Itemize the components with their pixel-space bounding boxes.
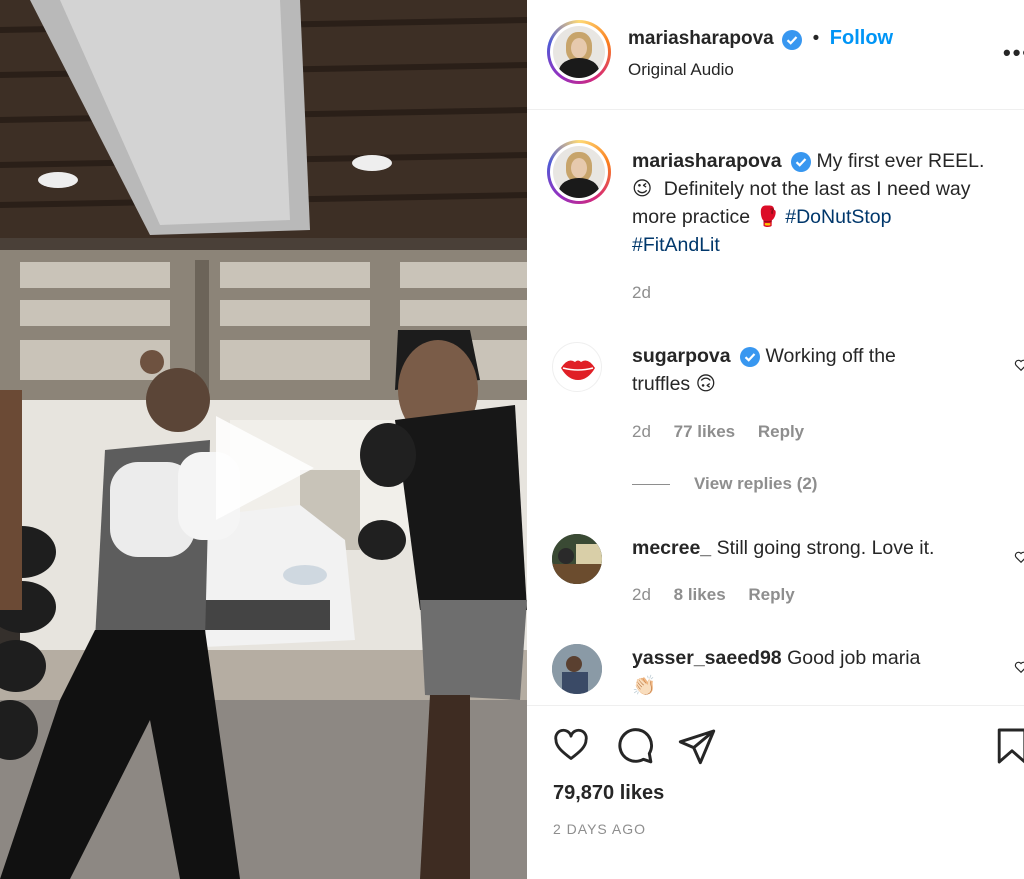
upside-down-emoji-icon: 🙃 bbox=[695, 373, 716, 395]
comment-username[interactable]: mecree_ bbox=[632, 537, 711, 559]
caption: mariasharapova My first ever REEL. 😉 Def… bbox=[632, 147, 1024, 259]
comment-yasser: yasser_saeed98 Good job maria 👏🏻 bbox=[632, 644, 1012, 700]
post-timestamp[interactable]: 2 DAYS AGO bbox=[553, 821, 646, 837]
post-panel: mariasharapova • Follow Original Audio •… bbox=[527, 0, 1024, 879]
more-options-icon[interactable]: ••• bbox=[1003, 40, 1024, 66]
sugarpova-avatar[interactable] bbox=[552, 342, 602, 392]
avatar-photo bbox=[552, 644, 602, 694]
comment-text: Working off the bbox=[765, 345, 896, 367]
likes-count[interactable]: 79,870 likes bbox=[553, 782, 664, 805]
share-icon[interactable] bbox=[677, 726, 717, 766]
wink-emoji-icon: 😉 bbox=[632, 178, 653, 200]
play-button[interactable] bbox=[216, 416, 314, 520]
mecree-avatar[interactable] bbox=[552, 534, 602, 584]
author-username[interactable]: mariasharapova bbox=[628, 28, 774, 49]
caption-time[interactable]: 2d bbox=[632, 283, 651, 303]
caption-username[interactable]: mariasharapova bbox=[632, 150, 782, 172]
boxing-glove-emoji-icon: 🥊 bbox=[755, 206, 780, 228]
verified-badge-icon bbox=[791, 151, 812, 172]
caption-line-2: Definitely not the last as I need way bbox=[663, 178, 971, 200]
comment-meta: 2d 8 likes Reply bbox=[632, 585, 795, 605]
comment-like-heart-icon[interactable] bbox=[1014, 660, 1024, 674]
comment-text-line-2: truffles bbox=[632, 373, 691, 395]
comment-text: Still going strong. Love it. bbox=[716, 537, 935, 559]
comment-time[interactable]: 2d bbox=[632, 585, 651, 604]
comment-username[interactable]: sugarpova bbox=[632, 345, 731, 367]
author-avatar[interactable] bbox=[547, 20, 611, 84]
view-replies-label: View replies (2) bbox=[694, 474, 818, 493]
verified-badge-icon bbox=[740, 346, 761, 367]
view-replies-line bbox=[632, 484, 670, 486]
separator-dot: • bbox=[812, 28, 820, 49]
avatar-photo bbox=[552, 534, 602, 584]
comment-like-heart-icon[interactable] bbox=[1014, 358, 1024, 372]
comment-likes[interactable]: 8 likes bbox=[674, 585, 726, 604]
comment-likes[interactable]: 77 likes bbox=[674, 422, 735, 441]
clapping-emoji-icon: 👏🏻 bbox=[632, 675, 657, 697]
caption-line-3: more practice bbox=[632, 206, 751, 228]
reply-button[interactable]: Reply bbox=[758, 422, 804, 441]
follow-button[interactable]: Follow bbox=[830, 27, 893, 49]
comment-username[interactable]: yasser_saeed98 bbox=[632, 647, 782, 669]
comment-text: Good job maria bbox=[787, 647, 921, 669]
caption-line-1: My first ever REEL. bbox=[816, 150, 985, 172]
audio-label[interactable]: Original Audio bbox=[628, 60, 734, 80]
save-bookmark-icon[interactable] bbox=[996, 726, 1024, 766]
comment-meta: 2d 77 likes Reply bbox=[632, 422, 804, 442]
comment-sugarpova: sugarpova Working off the truffles 🙃 bbox=[632, 342, 1012, 398]
post-actions: 79,870 likes 2 DAYS AGO bbox=[527, 705, 1024, 879]
hashtag-donutstop[interactable]: #DoNutStop bbox=[785, 206, 891, 228]
caption-avatar[interactable] bbox=[547, 140, 611, 204]
lips-logo-icon bbox=[561, 360, 595, 380]
reply-button[interactable]: Reply bbox=[748, 585, 794, 604]
comment-like-heart-icon[interactable] bbox=[1014, 550, 1024, 564]
comment-icon[interactable] bbox=[615, 726, 655, 766]
like-heart-icon[interactable] bbox=[551, 726, 591, 764]
hashtag-fitandlit[interactable]: #FitAndLit bbox=[632, 234, 720, 256]
comment-time[interactable]: 2d bbox=[632, 422, 651, 441]
yasser-avatar[interactable] bbox=[552, 644, 602, 694]
verified-badge-icon bbox=[782, 29, 803, 50]
post-header: mariasharapova • Follow Original Audio •… bbox=[527, 0, 1024, 110]
reel-video[interactable] bbox=[0, 0, 527, 879]
view-replies-button[interactable]: View replies (2) bbox=[632, 474, 817, 494]
comment-mecree: mecree_ Still going strong. Love it. bbox=[632, 534, 934, 562]
